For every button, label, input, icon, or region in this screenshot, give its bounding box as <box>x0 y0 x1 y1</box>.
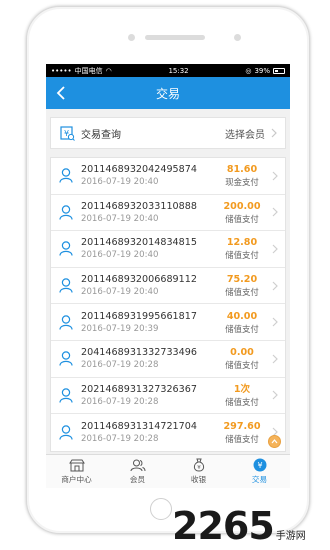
proximity-sensor <box>234 34 241 41</box>
user-icon <box>54 205 78 220</box>
chevron-right-icon <box>267 390 283 400</box>
tab-label: 会员 <box>129 474 146 484</box>
transaction-amount: 0.00 <box>230 347 254 359</box>
status-time: 15:32 <box>168 66 189 75</box>
transaction-amount: 40.00 <box>226 310 258 322</box>
user-icon <box>54 314 78 330</box>
transaction-amount: 1次 <box>233 383 251 395</box>
tab-label: 收银 <box>190 475 207 484</box>
payment-method: 储值支付 <box>225 396 259 407</box>
tab-merchant-center[interactable]: 商户中心 <box>46 455 107 488</box>
transaction-amount: 81.60 <box>226 164 258 176</box>
chevron-up-icon <box>271 439 278 444</box>
order-number: 2041468931332733496 <box>81 347 197 359</box>
transaction-amount: 200.00 <box>223 200 261 212</box>
tab-label: 交易 <box>251 475 268 484</box>
payment-method: 储值支付 <box>225 433 259 444</box>
phone-speaker <box>145 35 205 40</box>
chevron-right-icon <box>267 207 283 217</box>
back-button[interactable] <box>52 84 70 102</box>
transaction-time: 2016-07-19 20:28 <box>81 360 159 371</box>
payment-method: 储值支付 <box>225 287 259 298</box>
rotation-lock-icon: ◎ <box>245 66 252 75</box>
status-bar: ••••• 中国电信 ◠ 15:32 ◎ 39% <box>46 64 290 77</box>
site-watermark: 2265 手游网 <box>172 504 306 548</box>
transaction-row[interactable]: 2021468931327326367 2016-07-19 20:28 1次 储值支… <box>51 378 285 415</box>
yen-icon: ¥ <box>253 458 266 472</box>
select-member-link[interactable]: 选择会员 <box>225 126 265 141</box>
transaction-time: 2016-07-19 20:40 <box>81 177 159 188</box>
transaction-row[interactable]: 2011468932042495874 2016-07-19 20:40 81.60… <box>51 158 285 195</box>
transaction-list: 2011468932042495874 2016-07-19 20:40 81.60… <box>50 157 286 452</box>
transaction-query-bar[interactable]: ¥ 交易查询 选择会员 <box>50 117 286 149</box>
payment-method: 储值支付 <box>225 213 259 224</box>
front-camera <box>128 34 135 41</box>
store-icon <box>68 459 85 471</box>
chevron-right-icon <box>267 317 283 327</box>
transaction-time: 2016-07-19 20:28 <box>81 396 159 407</box>
order-number: 2011468932042495874 <box>81 164 197 176</box>
app-screen: ••••• 中国电信 ◠ 15:32 ◎ 39% 交易 ¥ 交易查询 选择会员 … <box>46 64 290 488</box>
tab-transactions[interactable]: ¥ 交易 <box>229 455 290 488</box>
transaction-amount: 297.60 <box>223 420 261 432</box>
signal-icon: ••••• <box>51 66 72 75</box>
user-icon <box>54 168 78 183</box>
transaction-amount: 12.80 <box>226 237 258 249</box>
chevron-right-icon <box>267 354 283 364</box>
carrier-label: 中国电信 <box>74 66 103 75</box>
tab-member[interactable]: 会员 <box>107 455 168 488</box>
user-icon <box>54 388 78 403</box>
payment-method: 储值支付 <box>225 360 259 371</box>
transaction-row[interactable]: 2011468931995661817 2016-07-19 20:39 40.00… <box>51 304 285 341</box>
watermark-text: 手游网 <box>275 531 306 542</box>
page-title: 交易 <box>155 86 180 101</box>
svg-text:¥: ¥ <box>257 461 262 470</box>
chevron-right-icon <box>271 128 277 138</box>
money-bag-icon: ¥ <box>193 458 204 472</box>
tab-label: 商户中心 <box>61 474 92 484</box>
chevron-right-icon <box>267 244 283 254</box>
user-icon <box>54 241 78 257</box>
nav-bar: 交易 <box>46 77 290 109</box>
payment-method: 储值支付 <box>225 323 259 334</box>
user-icon <box>54 425 78 440</box>
order-number: 2011468931314721704 <box>81 420 197 432</box>
transaction-time: 2016-07-19 20:28 <box>81 433 159 444</box>
payment-method: 储值支付 <box>225 250 259 261</box>
chevron-right-icon <box>267 171 283 181</box>
svg-text:¥: ¥ <box>197 465 201 471</box>
user-icon <box>54 351 78 366</box>
query-title: 交易查询 <box>81 129 121 141</box>
transaction-row[interactable]: 2011468931314721704 2016-07-19 20:28 297.6… <box>51 414 285 451</box>
tab-cashier[interactable]: ¥ 收银 <box>168 455 229 488</box>
transaction-time: 2016-07-19 20:40 <box>81 250 159 261</box>
transaction-time: 2016-07-19 20:40 <box>81 287 159 298</box>
tab-bar: 商户中心 会员 ¥ 收银 ¥ 交易 <box>46 454 290 488</box>
transaction-row[interactable]: 2041468931332733496 2016-07-19 20:28 0.00 储… <box>51 341 285 378</box>
transaction-time: 2016-07-19 20:39 <box>81 323 159 334</box>
member-icon <box>130 459 145 471</box>
transaction-amount: 75.20 <box>226 274 258 286</box>
battery-icon <box>273 67 285 74</box>
order-number: 2011468931995661817 <box>81 310 197 322</box>
home-button[interactable] <box>150 498 172 520</box>
transaction-row[interactable]: 2011468932033110888 2016-07-19 20:40 200.0… <box>51 195 285 232</box>
chevron-right-icon <box>267 281 283 291</box>
transaction-row[interactable]: 2011468932006689112 2016-07-19 20:40 75.20… <box>51 268 285 305</box>
order-number: 2011468932033110888 <box>81 200 197 212</box>
query-icon: ¥ <box>60 126 75 141</box>
floating-action-button[interactable] <box>268 435 281 448</box>
watermark-number: 2265 <box>172 504 275 548</box>
transaction-time: 2016-07-19 20:40 <box>81 213 159 224</box>
user-icon <box>54 278 78 293</box>
order-number: 2011468932014834815 <box>81 237 197 249</box>
payment-method: 现金支付 <box>225 177 259 188</box>
battery-percent: 39% <box>254 66 270 75</box>
transaction-row[interactable]: 2011468932014834815 2016-07-19 20:40 12.80… <box>51 231 285 268</box>
order-number: 2021468931327326367 <box>81 383 197 395</box>
order-number: 2011468932006689112 <box>81 274 197 286</box>
chevron-left-icon <box>56 86 65 100</box>
wifi-icon: ◠ <box>105 66 112 75</box>
